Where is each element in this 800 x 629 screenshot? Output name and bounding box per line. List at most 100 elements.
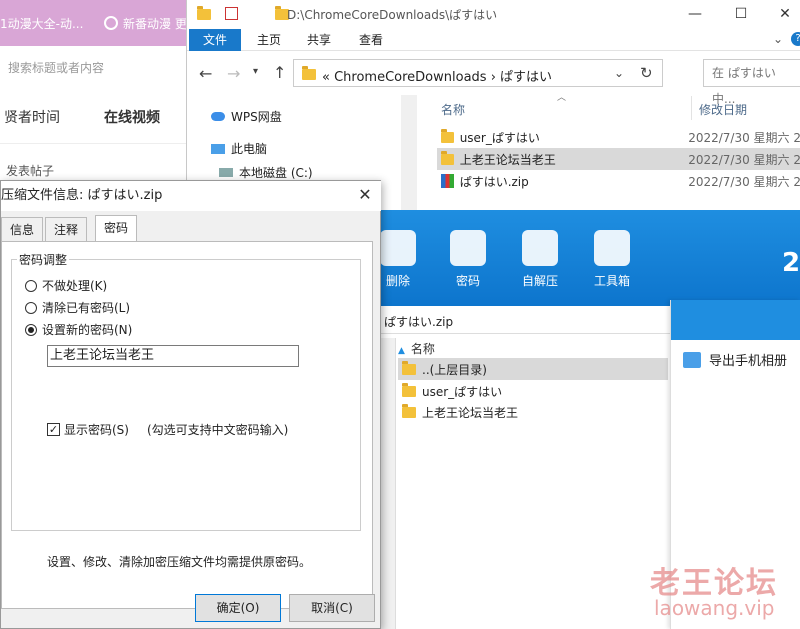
tab-comment[interactable]: 注释: [45, 217, 88, 241]
file-row-selected[interactable]: 上老王论坛当老王 2022/7/30 星期六 2: [437, 148, 800, 170]
tab-info[interactable]: 信息: [1, 217, 44, 241]
file-row[interactable]: ぱすはい.zip 2022/7/30 星期六 2: [437, 170, 800, 192]
recent-chevron-icon[interactable]: ▾: [253, 66, 258, 77]
archive-info-dialog: 压缩文件信息: ぱすはい.zip ✕ 信息 注释 密码 密码调整 不做处理(K)…: [0, 180, 381, 629]
file-modified: 2022/7/30 星期六 2: [688, 174, 800, 189]
recycle-bin-icon: [380, 230, 416, 266]
checkbox-icon[interactable]: [225, 7, 238, 20]
radio-icon: [25, 279, 37, 292]
tab-share[interactable]: 共享: [293, 29, 345, 51]
password-button[interactable]: 密码: [438, 230, 498, 289]
tree-label: 本地磁盘 (C:): [239, 166, 313, 180]
sort-arrow-icon: ▲: [398, 346, 405, 356]
radio-label: 清除已有密码(L): [42, 301, 131, 315]
archive-row[interactable]: user_ぱすはい: [398, 380, 668, 402]
folder-icon: [441, 150, 454, 165]
tree-item-wps[interactable]: WPS网盘: [211, 108, 282, 125]
minimize-icon[interactable]: —: [685, 4, 705, 24]
help-icon[interactable]: ?: [791, 32, 800, 46]
radio-clear-password[interactable]: 清除已有密码(L): [25, 299, 130, 316]
tree-item-this-pc[interactable]: 此电脑: [211, 140, 267, 157]
radio-no-change[interactable]: 不做处理(K): [25, 277, 107, 294]
tool-label: 自解压: [521, 274, 558, 288]
file-modified: 2022/7/30 星期六 2: [688, 152, 800, 167]
folder-icon: [402, 403, 416, 418]
file-modified: 2022/7/30 星期六 2: [688, 130, 800, 145]
close-icon[interactable]: ✕: [775, 4, 795, 24]
folder-icon: [197, 6, 211, 20]
file-explorer-window: D:\ChromeCoreDownloads\ぱすはい — ☐ ✕ 文件 主页 …: [186, 0, 800, 210]
tool-label: 密码: [455, 274, 480, 288]
archive-icon: [441, 174, 454, 188]
archive-row-label: 上老王论坛当老王: [422, 405, 519, 420]
file-name: 上老王论坛当老王: [459, 152, 556, 167]
archive-row-parent[interactable]: ..(上层目录): [398, 358, 668, 380]
folder-icon: [441, 128, 454, 143]
lock-icon: [450, 230, 486, 266]
nav-link-sage-time[interactable]: 贤者时间: [4, 107, 60, 127]
refresh-icon[interactable]: ↻: [640, 64, 653, 82]
side-panel-header: [671, 300, 800, 340]
explorer-titlebar: D:\ChromeCoreDownloads\ぱすはい — ☐ ✕: [187, 0, 800, 28]
cancel-button[interactable]: 取消(C): [289, 594, 375, 622]
radio-set-new-password[interactable]: 设置新的密码(N): [25, 321, 132, 338]
column-header-modified[interactable]: 修改日期: [699, 101, 747, 118]
dialog-title: 压缩文件信息: ぱすはい.zip: [1, 181, 381, 211]
address-bar[interactable]: « ChromeCoreDownloads › ぱすはい ⌄ ↻: [293, 59, 663, 87]
folder-icon: [402, 382, 416, 397]
tool-label: 删除: [385, 274, 410, 288]
window-title: D:\ChromeCoreDownloads\ぱすはい: [287, 8, 498, 22]
self-extract-button[interactable]: 自解压: [510, 230, 570, 289]
tree-item-local-disk[interactable]: 本地磁盘 (C:): [219, 164, 313, 181]
forum-search-input[interactable]: 搜索标题或者内容: [0, 56, 200, 80]
tree-label: WPS网盘: [231, 110, 282, 124]
archive-row[interactable]: 上老王论坛当老王: [398, 401, 668, 423]
toolbox-button[interactable]: 工具箱: [582, 230, 642, 289]
brand-mark: 2: [782, 248, 800, 278]
watermark-url: laowang.vip: [654, 596, 775, 620]
checkbox-hint: (勾选可支持中文密码输入): [146, 423, 289, 437]
column-label: 名称: [410, 342, 435, 356]
maximize-icon[interactable]: ☐: [731, 4, 751, 24]
address-dropdown-icon[interactable]: ⌄: [614, 66, 624, 80]
file-row[interactable]: user_ぱすはい 2022/7/30 星期六 2: [437, 126, 800, 148]
folder-search-input[interactable]: 在 ぱすはい 中...: [703, 59, 800, 106]
up-arrow-icon[interactable]: ↑: [273, 63, 286, 82]
export-label: 导出手机相册: [709, 354, 788, 369]
archive-column-header[interactable]: ▲ 名称: [398, 340, 668, 360]
image-export-icon: [683, 351, 701, 368]
column-header-name[interactable]: 名称: [441, 101, 465, 118]
close-icon[interactable]: ✕: [355, 185, 375, 205]
browser-tab-1[interactable]: 1动漫大全-动...: [0, 15, 92, 32]
back-arrow-icon[interactable]: ←: [199, 64, 212, 83]
archive-path-bar[interactable]: ぱすはい.zip: [374, 310, 674, 334]
tab-view[interactable]: 查看: [345, 29, 397, 51]
password-field[interactable]: 上老王论坛当老王: [47, 345, 299, 367]
checkmark-icon: ✓: [47, 423, 60, 436]
tool-label: 工具箱: [593, 274, 630, 288]
password-note: 设置、修改、清除加密压缩文件均需提供原密码。: [47, 555, 312, 569]
computer-icon: [211, 143, 225, 154]
tree-scrollbar[interactable]: [401, 95, 417, 210]
chevron-down-icon[interactable]: ⌄: [773, 32, 783, 46]
forward-arrow-icon[interactable]: →: [227, 64, 240, 83]
toolbox-icon: [594, 230, 630, 266]
archive-row-label: ..(上层目录): [422, 362, 487, 377]
nav-link-online-video[interactable]: 在线视频: [104, 107, 160, 127]
show-password-checkbox[interactable]: ✓ 显示密码(S) (勾选可支持中文密码输入): [47, 421, 288, 438]
post-link[interactable]: 发表帖子: [6, 162, 54, 179]
tab-home[interactable]: 主页: [243, 29, 295, 51]
disk-icon: [219, 168, 233, 177]
tab-file[interactable]: 文件: [189, 29, 242, 51]
ribbon-tabs: 文件 主页 共享 查看 ⌄ ?: [187, 29, 800, 51]
ok-button[interactable]: 确定(O): [195, 594, 281, 622]
export-to-album-button[interactable]: 导出手机相册: [683, 350, 787, 369]
archive-row-label: user_ぱすはい: [422, 384, 503, 399]
globe-icon: [104, 16, 118, 30]
box-upload-icon: [522, 230, 558, 266]
address-path: « ChromeCoreDownloads › ぱすはい: [322, 70, 553, 85]
file-name: ぱすはい.zip: [459, 174, 529, 189]
tab-password[interactable]: 密码: [95, 215, 138, 241]
file-name: user_ぱすはい: [459, 130, 540, 145]
divider: [0, 143, 200, 144]
